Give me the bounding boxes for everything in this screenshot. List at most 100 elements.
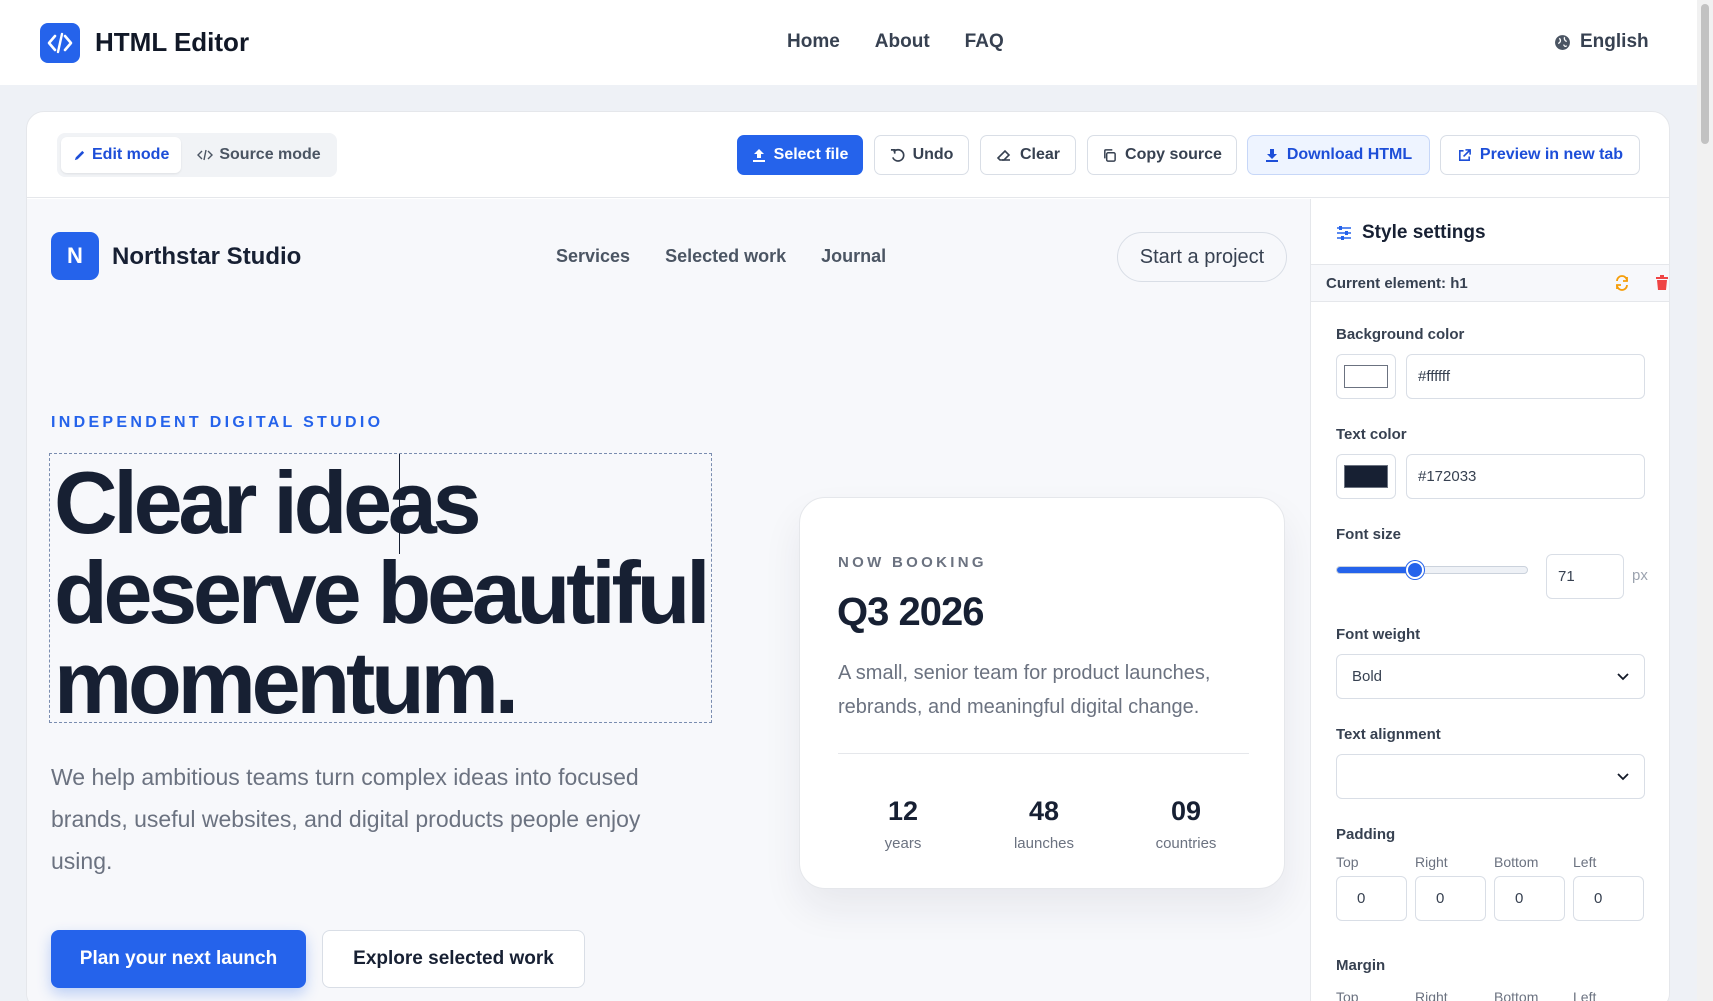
text-color-input[interactable]: #172033 — [1406, 454, 1645, 499]
edit-mode-label: Edit mode — [92, 146, 170, 163]
preview-canvas: N Northstar Studio Services Selected wor… — [27, 199, 1310, 1001]
source-mode-button[interactable]: Source mode — [185, 137, 332, 173]
explore-work-button[interactable]: Explore selected work — [322, 930, 585, 988]
font-size-unit: px — [1632, 567, 1648, 584]
stat-launches[interactable]: 48 launches — [984, 796, 1104, 852]
font-weight-select[interactable]: Bold — [1336, 654, 1645, 699]
plan-launch-button[interactable]: Plan your next launch — [51, 930, 306, 988]
text-alignment-select[interactable] — [1336, 754, 1645, 799]
text-color-swatch[interactable] — [1336, 454, 1396, 499]
site-logo[interactable]: N — [51, 232, 99, 280]
booking-divider — [838, 753, 1249, 754]
site-name[interactable]: Northstar Studio — [112, 243, 301, 271]
clear-label: Clear — [1019, 146, 1061, 163]
chevron-down-icon — [1617, 672, 1629, 680]
select-file-button[interactable]: Select file — [737, 135, 863, 175]
editor-panel: Edit mode Source mode Select file Undo C… — [26, 111, 1670, 1001]
style-settings-panel: Style settings Current element: h1 Backg… — [1310, 199, 1669, 1001]
nav-home[interactable]: Home — [787, 31, 840, 53]
stat-value: 12 — [887, 796, 919, 826]
nav-faq[interactable]: FAQ — [965, 31, 1004, 53]
copy-source-button[interactable]: Copy source — [1087, 135, 1237, 175]
text-caret — [399, 454, 400, 554]
site-nav-services[interactable]: Services — [556, 246, 630, 267]
code-logo-icon[interactable] — [40, 23, 80, 63]
start-project-button[interactable]: Start a project — [1117, 232, 1287, 282]
copy-icon — [1104, 148, 1116, 162]
font-weight-label: Font weight — [1336, 626, 1421, 643]
booking-card[interactable]: NOW BOOKING Q3 2026 A small, senior team… — [799, 497, 1285, 889]
code-icon — [197, 149, 214, 161]
edit-mode-button[interactable]: Edit mode — [61, 137, 182, 173]
nav-about[interactable]: About — [875, 31, 930, 53]
sync-icon[interactable] — [1614, 275, 1630, 291]
stat-countries[interactable]: 09 countries — [1126, 796, 1246, 852]
copy-source-label: Copy source — [1125, 146, 1222, 163]
padding-top-input[interactable]: 0 — [1336, 876, 1407, 921]
current-element-label: Current element: h1 — [1326, 275, 1468, 292]
font-size-label: Font size — [1336, 526, 1402, 543]
hero-eyebrow[interactable]: INDEPENDENT DIGITAL STUDIO — [51, 414, 383, 432]
background-color-swatch[interactable] — [1336, 354, 1396, 399]
page-scrollbar[interactable] — [1697, 0, 1713, 1001]
padding-left-input[interactable]: 0 — [1573, 876, 1644, 921]
font-size-slider-fill — [1337, 567, 1415, 573]
download-html-button[interactable]: Download HTML — [1247, 135, 1430, 175]
headline-line-2: deserve beautiful — [54, 543, 711, 642]
preview-new-tab-button[interactable]: Preview in new tab — [1440, 135, 1640, 175]
pencil-icon — [74, 150, 85, 160]
download-html-label: Download HTML — [1286, 146, 1413, 163]
headline-line-1: Clear ideas — [54, 453, 482, 552]
background-color-label: Background color — [1336, 326, 1465, 343]
external-link-icon — [1458, 148, 1471, 161]
text-color-label: Text color — [1336, 426, 1407, 443]
scrollbar-thumb[interactable] — [1701, 4, 1709, 144]
padding-bottom-input[interactable]: 0 — [1494, 876, 1565, 921]
font-size-input[interactable]: 71 — [1546, 554, 1624, 599]
margin-label: Margin — [1336, 957, 1386, 974]
language-selector[interactable]: English — [1554, 31, 1649, 53]
booking-title[interactable]: Q3 2026 — [837, 590, 984, 635]
margin-top-label: Top — [1336, 989, 1359, 1001]
site-nav-selected-work[interactable]: Selected work — [665, 246, 786, 267]
headline-line-3: momentum. — [54, 633, 519, 732]
margin-right-label: Right — [1415, 989, 1448, 1001]
chevron-down-icon — [1617, 772, 1629, 780]
text-alignment-label: Text alignment — [1336, 726, 1441, 743]
hero-paragraph[interactable]: We help ambitious teams turn complex ide… — [51, 756, 691, 882]
stat-value: 48 — [1028, 796, 1060, 826]
download-icon — [1265, 148, 1278, 162]
booking-description[interactable]: A small, senior team for product launche… — [838, 656, 1258, 724]
font-size-slider[interactable] — [1336, 561, 1528, 579]
undo-button[interactable]: Undo — [874, 135, 969, 175]
editor-toolbar: Edit mode Source mode Select file Undo C… — [27, 112, 1669, 198]
hero-headline[interactable]: Clear ideas deserve beautiful momentum. — [54, 458, 711, 728]
padding-right-input[interactable]: 0 — [1415, 876, 1486, 921]
sliders-icon — [1337, 226, 1351, 240]
upload-icon — [752, 148, 765, 162]
site-nav-journal[interactable]: Journal — [821, 246, 886, 267]
eraser-icon — [996, 149, 1011, 161]
hero-headline-selected[interactable]: Clear ideas deserve beautiful momentum. — [49, 453, 712, 728]
source-mode-label: Source mode — [219, 146, 321, 163]
margin-bottom-label: Bottom — [1494, 989, 1539, 1001]
current-element-bar: Current element: h1 — [1311, 264, 1669, 302]
stat-years[interactable]: 12 years — [843, 796, 963, 852]
font-weight-value: Bold — [1352, 668, 1383, 685]
stat-label: years — [884, 835, 922, 852]
clear-button[interactable]: Clear — [980, 135, 1076, 175]
margin-left-label: Left — [1573, 989, 1597, 1001]
language-label: English — [1580, 31, 1649, 52]
stat-label: launches — [1013, 835, 1075, 852]
booking-eyebrow[interactable]: NOW BOOKING — [838, 554, 987, 571]
undo-label: Undo — [912, 146, 954, 163]
globe-icon — [1555, 34, 1570, 50]
stat-value: 09 — [1170, 796, 1202, 826]
app-title: HTML Editor — [95, 27, 250, 57]
site-nav: Services Selected work Journal — [556, 246, 886, 267]
select-file-label: Select file — [773, 146, 849, 163]
font-size-slider-handle[interactable] — [1405, 561, 1424, 579]
background-color-input[interactable]: #ffffff — [1406, 354, 1645, 399]
trash-icon[interactable] — [1655, 275, 1669, 290]
padding-bottom-label: Bottom — [1494, 854, 1539, 870]
